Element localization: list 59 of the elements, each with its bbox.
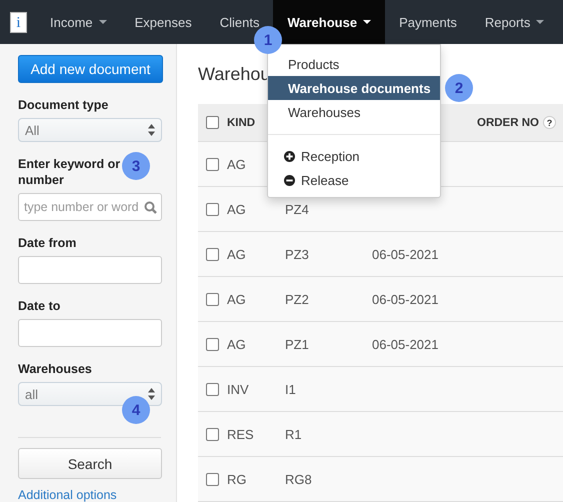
field-label: Enter keyword or number [18, 156, 122, 188]
table-cell-text: PZ1 [285, 336, 310, 352]
row-checkbox[interactable] [206, 202, 219, 216]
table-cell-text: I1 [285, 382, 297, 396]
date-field[interactable] [18, 256, 162, 284]
date-field[interactable] [18, 319, 162, 347]
field-label: Document type [18, 97, 108, 113]
menu-item[interactable]: Warehouses [268, 100, 440, 124]
help-icon[interactable]: ? [542, 116, 556, 129]
table-cell-text: AG [227, 156, 247, 172]
table-cell-text: PZ2 [285, 292, 310, 306]
table-cell-text: RES [227, 426, 255, 442]
table-cell-text: R1 [285, 426, 303, 442]
row-checkbox[interactable] [206, 338, 219, 350]
menu-item[interactable]: Products [268, 52, 440, 76]
column-header: ORDER NO [477, 116, 539, 128]
table-cell-text: PZ4 [285, 202, 310, 216]
search-icon [144, 200, 157, 214]
row-checkbox[interactable] [206, 292, 219, 306]
row-checkbox[interactable] [206, 428, 219, 440]
nav-item[interactable]: Warehouse [273, 0, 386, 44]
table-cell-text: RG [227, 472, 248, 486]
select-field[interactable]: all [18, 382, 162, 406]
table-cell-text: 06-05-2021 [372, 336, 440, 352]
table-cell-text: PZ3 [285, 246, 310, 262]
table-cell-text: 06-05-2021 [372, 246, 440, 262]
field-label: Date from [18, 235, 76, 251]
table-cell-text: INV [227, 382, 250, 396]
select-arrows-icon [148, 124, 155, 136]
row-checkbox[interactable] [206, 248, 219, 260]
minus-circle-icon [284, 174, 295, 186]
table-cell-text: AG [227, 246, 247, 262]
row-checkbox[interactable] [206, 472, 219, 486]
menu-item[interactable]: Warehouse documents [268, 76, 440, 100]
table-cell-text: AG [227, 292, 247, 306]
table-cell-text: 06-05-2021 [372, 292, 440, 306]
nav-item[interactable]: Expenses [134, 13, 192, 31]
field-label: Date to [18, 298, 60, 314]
nav-item[interactable]: Income [50, 13, 107, 31]
select-arrows-icon [148, 388, 155, 400]
select-field[interactable]: All [18, 118, 162, 142]
plus-circle-icon [284, 150, 295, 162]
row-checkbox[interactable] [206, 382, 219, 396]
row-checkbox[interactable] [206, 158, 219, 170]
search-button[interactable]: Search [18, 448, 162, 479]
nav-item[interactable]: Payments [399, 13, 457, 31]
table-cell-text: AG [227, 336, 247, 352]
menu-item[interactable]: Release [268, 168, 440, 192]
additional-options-link[interactable]: Additional options [18, 488, 161, 502]
table-cell-text: AG [227, 202, 247, 216]
column-header: KIND [227, 116, 256, 128]
select-all-checkbox[interactable] [206, 116, 219, 129]
logo[interactable]: i [10, 12, 27, 32]
nav-item[interactable]: Reports [484, 13, 544, 31]
menu-item[interactable]: Reception [268, 144, 440, 168]
field-label: Warehouses [18, 361, 92, 377]
step-badge: 2 [445, 74, 473, 102]
add-document-button[interactable]: Add new document [18, 55, 163, 83]
table-cell-text: RG8 [285, 472, 313, 486]
